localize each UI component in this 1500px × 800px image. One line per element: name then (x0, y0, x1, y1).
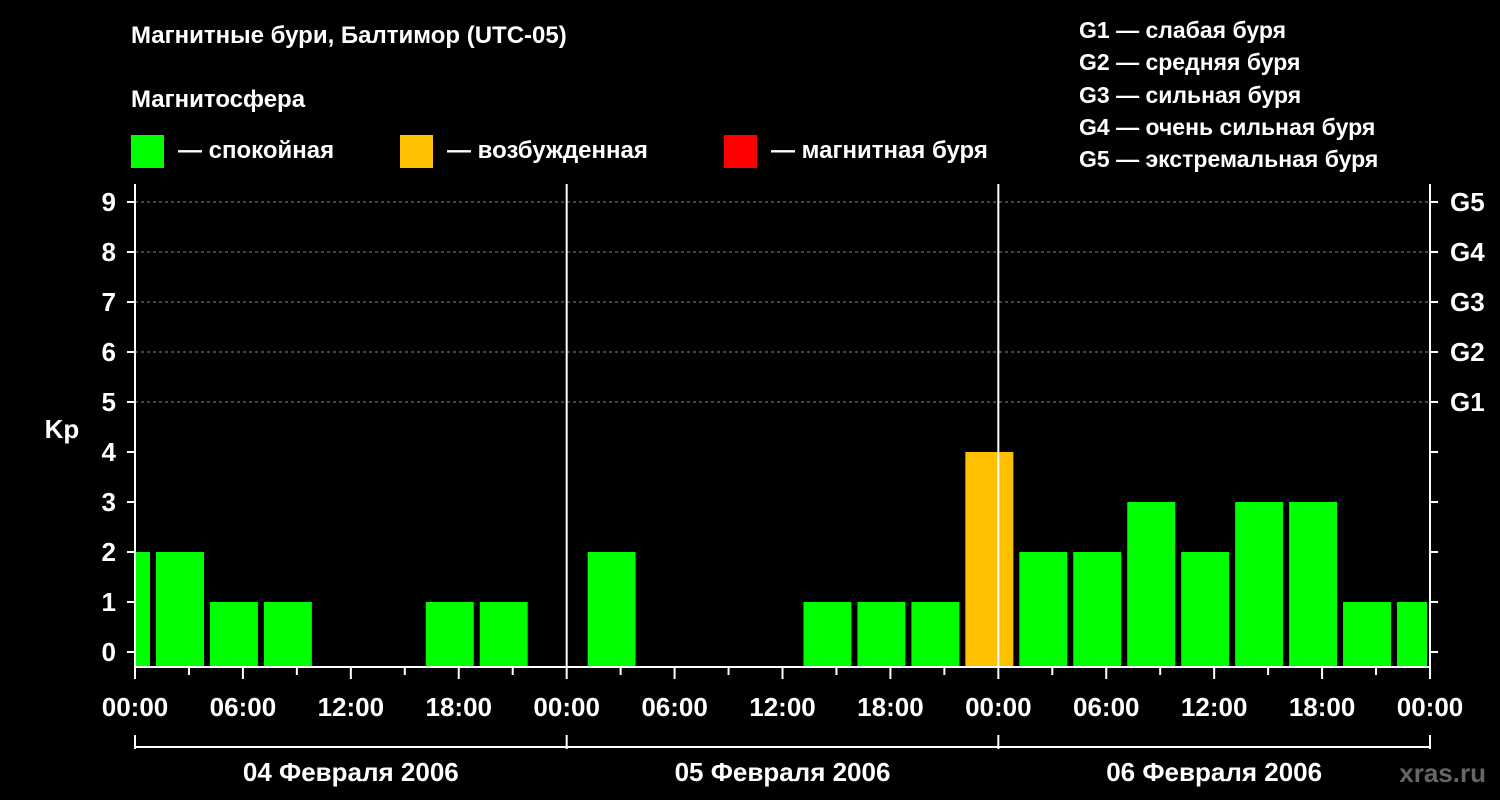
kp-bar (587, 552, 636, 667)
day-label: 06 Февраля 2006 (1106, 757, 1322, 787)
g-level-label: G5 (1450, 187, 1485, 217)
x-tick-label: 12:00 (318, 692, 385, 722)
kp-bar (1019, 552, 1068, 667)
y-tick-label: 8 (102, 237, 116, 267)
y-tick-label: 3 (102, 487, 116, 517)
kp-bar (1397, 602, 1427, 667)
kp-bar (1235, 502, 1284, 667)
y-tick-label: 7 (102, 287, 116, 317)
g-level-label: G2 (1450, 337, 1485, 367)
y-tick-label: 2 (102, 537, 116, 567)
x-tick-label: 06:00 (641, 692, 708, 722)
y-tick-label: 1 (102, 587, 116, 617)
kp-bar (857, 602, 906, 667)
day-label: 04 Февраля 2006 (243, 757, 459, 787)
x-tick-label: 06:00 (210, 692, 277, 722)
y-tick-label: 4 (102, 437, 117, 467)
x-tick-label: 18:00 (1289, 692, 1356, 722)
kp-bar (425, 602, 474, 667)
x-tick-label: 12:00 (749, 692, 816, 722)
y-axis-label: Kp (45, 414, 80, 444)
kp-bar (1289, 502, 1338, 667)
kp-chart: 0 1 2 3 4 5 6 7 8 9 G1 G2 G3 G4 G5 Kp 00:00 06:00 12:00 18:… (45, 184, 1485, 787)
y-tick-label: 0 (102, 637, 116, 667)
kp-bar (803, 602, 852, 667)
x-tick-label: 18:00 (426, 692, 493, 722)
kp-bar (135, 552, 150, 667)
y-tick-label: 6 (102, 337, 116, 367)
y-tick-label: 9 (102, 187, 116, 217)
g-level-label: G3 (1450, 287, 1485, 317)
day-label: 05 Февраля 2006 (675, 757, 891, 787)
watermark: xras.ru (1399, 758, 1486, 788)
kp-bar (479, 602, 528, 667)
kp-bar (155, 552, 204, 667)
kp-bar (965, 452, 1014, 667)
x-tick-label: 12:00 (1181, 692, 1248, 722)
kp-bar (1127, 502, 1176, 667)
x-tick-label: 00:00 (533, 692, 600, 722)
kp-bar (263, 602, 312, 667)
x-tick-label: 18:00 (857, 692, 924, 722)
x-tick-label: 00:00 (965, 692, 1032, 722)
g-level-label: G4 (1450, 237, 1485, 267)
x-tick-label: 06:00 (1073, 692, 1140, 722)
kp-bar (1181, 552, 1230, 667)
g-level-label: G1 (1450, 387, 1485, 417)
kp-bar (209, 602, 258, 667)
y-tick-label: 5 (102, 387, 116, 417)
x-tick-label: 00:00 (102, 692, 169, 722)
x-tick-label: 00:00 (1397, 692, 1464, 722)
kp-bar (1343, 602, 1392, 667)
kp-bar (1073, 552, 1122, 667)
kp-bar (911, 602, 960, 667)
